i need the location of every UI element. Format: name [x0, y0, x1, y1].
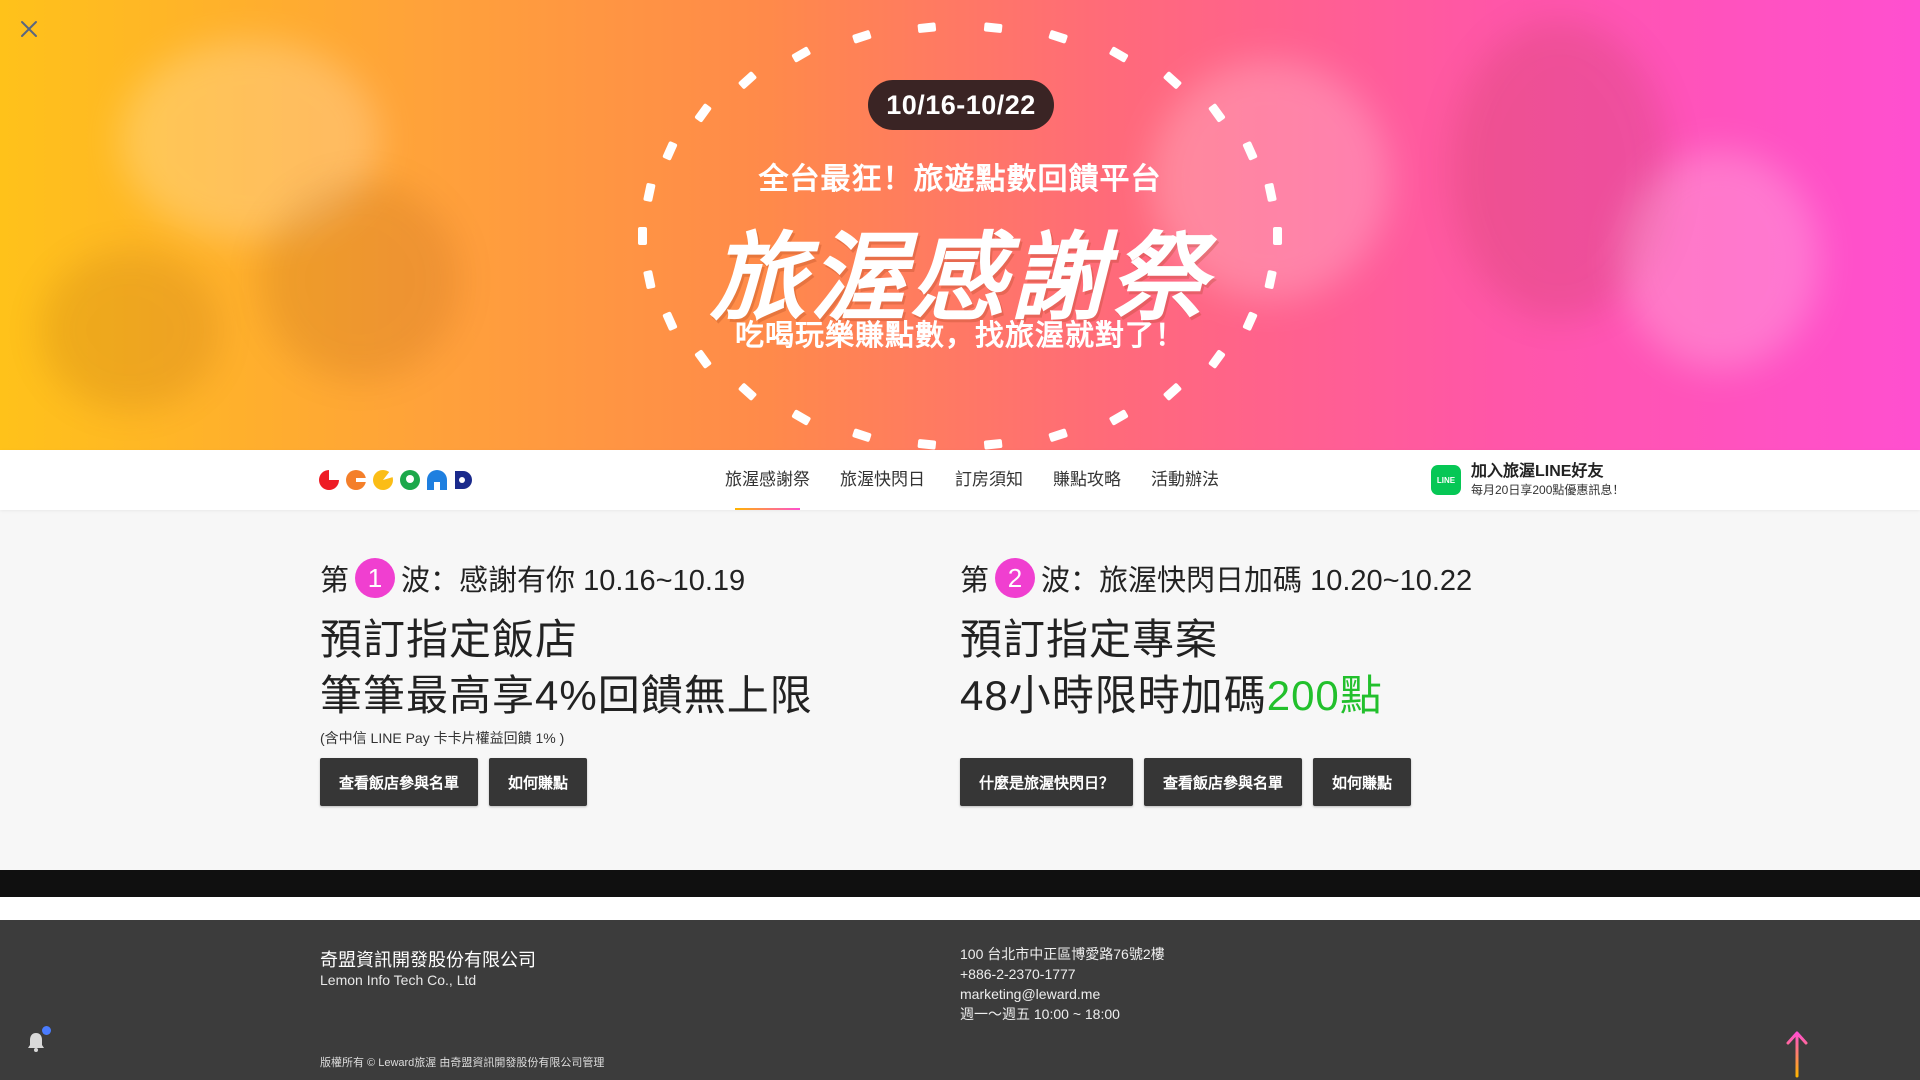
wave-2-heading: 第 2 波：旅渥快閃日加碼 10.20~10.22 — [960, 556, 1600, 600]
wave-2-bonus-points: 200點 — [1266, 672, 1383, 719]
wave-1-title: 波：感謝有你 10.16~10.19 — [401, 565, 746, 597]
confetti-dash — [852, 428, 872, 442]
footer: 奇盟資訊開發股份有限公司 Lemon Info Tech Co., Ltd 10… — [0, 920, 1920, 1080]
confetti-dash — [694, 103, 712, 123]
view-hotel-list-button[interactable]: 查看飯店參與名單 — [320, 758, 479, 806]
confetti-dash — [983, 22, 1003, 33]
confetti-dash — [1163, 71, 1182, 89]
nav-tab-event-rules[interactable]: 活動辦法 — [1136, 450, 1234, 510]
hero-subtitle: 全台最狂！旅遊點數回饋平台 — [758, 163, 1162, 196]
wave-2-title: 波：旅渥快閃日加碼 10.20~10.22 — [1041, 565, 1473, 597]
confetti-dash — [738, 71, 757, 89]
logo-glyph-w — [372, 469, 394, 491]
office-hours: 週一～週五 10:00 ~ 18:00 — [960, 1006, 1120, 1022]
view-hotel-list-button-2[interactable]: 查看飯店參與名單 — [1144, 758, 1303, 806]
wave-1-line2: 筆筆最高享4%回饋無上限 — [320, 672, 813, 719]
divider-spacer — [0, 897, 1920, 920]
wave-1-heading: 第 1 波：感謝有你 10.16~10.19 — [320, 556, 960, 600]
confetti-dash — [852, 30, 872, 44]
arrow-up-icon — [1786, 1031, 1808, 1078]
logo-glyph-a — [399, 469, 421, 491]
confetti-dash — [791, 46, 811, 63]
confetti-dash — [1163, 383, 1182, 401]
line-cta-title: 加入旅渥LINE好友 — [1471, 463, 1604, 480]
confetti-dash — [791, 409, 811, 426]
wave-1-buttons: 查看飯店參與名單 如何賺點 — [320, 758, 960, 806]
confetti-dash — [1109, 409, 1129, 426]
wave-1-number-badge: 1 — [355, 558, 396, 598]
confetti-dash — [983, 439, 1003, 450]
line-icon: LINE — [1431, 465, 1461, 495]
notification-dot — [42, 1026, 51, 1035]
logo-glyph-d — [453, 469, 475, 491]
nav-tab-appreciation-fest[interactable]: 旅渥感謝祭 — [710, 450, 825, 510]
logo-glyph-l — [318, 469, 340, 491]
leward-logo[interactable] — [318, 469, 475, 491]
confetti-dash — [738, 383, 757, 401]
nav-tab-booking-notes[interactable]: 訂房須知 — [940, 450, 1038, 510]
date-range-badge: 10/16-10/22 — [868, 80, 1054, 130]
wave-2-number-badge: 2 — [995, 558, 1036, 598]
line-cta-desc: 每月20日享200點優惠訊息！ — [1471, 483, 1625, 497]
logo-glyph-e — [345, 469, 367, 491]
how-to-earn-button-2[interactable]: 如何賺點 — [1313, 758, 1412, 806]
hero-banner: 10/16-10/22 全台最狂！旅遊點數回饋平台 旅渥感謝祭 吃喝玩樂賺點數，… — [0, 0, 1920, 450]
main-nav: 旅渥感謝祭 旅渥快閃日 訂房須知 賺點攻略 活動辦法 — [710, 450, 1234, 510]
confetti-dash — [1208, 103, 1226, 123]
company-name-en: Lemon Info Tech Co., Ltd — [320, 972, 477, 988]
email-link[interactable]: marketing@leward.me — [960, 984, 1165, 1004]
contact-info: 100 台北市中正區博愛路76號2樓 +886-2-2370-1777 mark… — [960, 944, 1165, 1024]
wave-2-buttons: 什麼是旅渥快閃日？ 查看飯店參與名單 如何賺點 — [960, 758, 1600, 806]
copyright: 版權所有 © Leward旅渥 由奇盟資訊開發股份有限公司管理 — [320, 1057, 605, 1069]
nav-tab-earn-guide[interactable]: 賺點攻略 — [1038, 450, 1136, 510]
address: 100 台北市中正區博愛路76號2樓 — [960, 946, 1165, 962]
wave-2-line2-text: 48小時限時加碼 — [960, 672, 1267, 719]
notification-button[interactable] — [24, 1026, 51, 1054]
wave-1-note: (含中信 LINE Pay 卡卡片權益回饋 1% ) — [320, 730, 565, 746]
wave-1-section: 第 1 波：感謝有你 10.16~10.19 預訂指定飯店 筆筆最高享4%回饋無… — [320, 556, 960, 806]
company-name-zh: 奇盟資訊開發股份有限公司 — [320, 950, 536, 970]
confetti-dash — [917, 439, 937, 450]
nav-tab-flash-day[interactable]: 旅渥快閃日 — [825, 450, 940, 510]
close-icon — [21, 21, 37, 37]
wave-1-line1: 預訂指定飯店 — [320, 616, 579, 663]
hero-slogan: 吃喝玩樂賺點數，找旅渥就對了！ — [734, 320, 1185, 352]
logo-glyph-r — [426, 469, 448, 491]
wave-2-section: 第 2 波：旅渥快閃日加碼 10.20~10.22 預訂指定專案 48小時限時加… — [960, 556, 1600, 806]
how-to-earn-button[interactable]: 如何賺點 — [489, 758, 588, 806]
confetti-dash — [1109, 46, 1129, 63]
wave-2-line2: 48小時限時加碼200點 — [960, 668, 1600, 724]
line-add-friend-link[interactable]: LINE 加入旅渥LINE好友 每月20日享200點優惠訊息！ — [1431, 462, 1624, 498]
wave-2-line1: 預訂指定專案 — [960, 616, 1219, 663]
wave-1-prefix: 第 — [320, 565, 350, 597]
confetti-dash — [1048, 30, 1068, 44]
divider-band — [0, 870, 1920, 897]
confetti-dash — [1048, 428, 1068, 442]
phone-link[interactable]: +886-2-2370-1777 — [960, 964, 1165, 984]
close-button[interactable] — [14, 14, 44, 44]
wave-2-prefix: 第 — [960, 565, 990, 597]
back-to-top-button[interactable] — [1783, 1030, 1811, 1078]
what-is-flash-day-button[interactable]: 什麼是旅渥快閃日？ — [960, 758, 1134, 806]
confetti-dash — [917, 22, 937, 33]
navbar: 旅渥感謝祭 旅渥快閃日 訂房須知 賺點攻略 活動辦法 LINE 加入旅渥LINE… — [0, 450, 1920, 510]
